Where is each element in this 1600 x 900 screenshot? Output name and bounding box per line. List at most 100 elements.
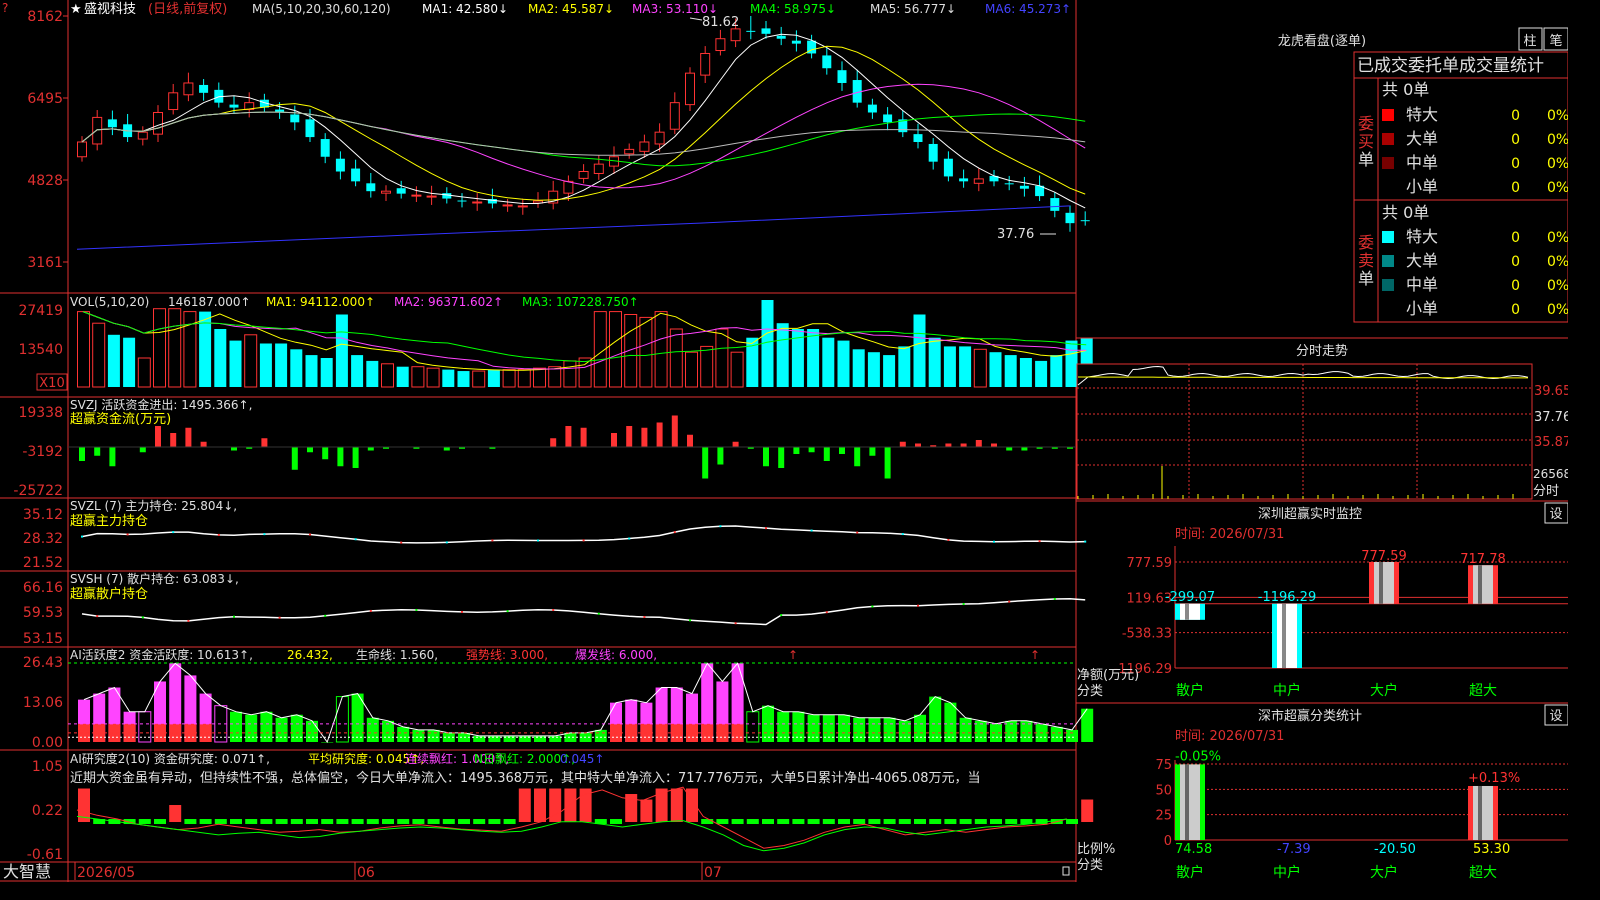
main-position-dot <box>1038 540 1041 543</box>
money-flow-bar <box>687 434 693 447</box>
volume-bar <box>396 366 409 387</box>
activity-axis-label: 26.43 <box>23 655 63 671</box>
candle-body <box>822 55 832 69</box>
sell-row-pct: 0% <box>1547 230 1568 246</box>
tick-view-button-label[interactable]: 笔 <box>1549 33 1562 49</box>
research-bar <box>245 819 258 825</box>
research-bar <box>944 819 957 825</box>
volume-bar <box>137 357 151 388</box>
volume-bar <box>776 323 789 387</box>
volume-axis-label: 13540 <box>18 342 63 358</box>
retail-position-dot <box>187 619 190 622</box>
main-position-dot <box>445 541 448 544</box>
candle-body <box>229 104 239 108</box>
volume-bar <box>1065 340 1078 387</box>
main-position-axis-label: 28.32 <box>23 531 63 547</box>
retail-position-dot <box>552 609 555 612</box>
main-position-dot <box>309 533 311 536</box>
research-bar <box>169 805 182 823</box>
volume-bar <box>426 367 440 388</box>
buy-row-label: 特大 <box>1406 105 1438 124</box>
research-bar <box>351 819 364 825</box>
candle-body <box>77 141 87 158</box>
buy-row-value: 0 <box>1511 156 1520 172</box>
volume-bar <box>928 337 941 387</box>
research-bar <box>762 819 774 825</box>
sell-count: 共 0单 <box>1382 203 1429 222</box>
money-flow-bar <box>1021 447 1028 451</box>
research-bar <box>138 819 151 825</box>
class-bar-pct: -0.05% <box>1175 749 1221 764</box>
candle-body <box>791 40 801 44</box>
volume-bar <box>578 357 592 388</box>
candle-body <box>883 114 893 123</box>
research-bar <box>731 819 744 825</box>
activity-bar <box>290 714 303 742</box>
volume-bar <box>335 314 348 387</box>
money-flow-bar <box>443 447 450 451</box>
activity-bar <box>1066 729 1078 742</box>
activity-bar <box>777 711 790 742</box>
money-flow-bar <box>656 422 663 447</box>
chart-canvas[interactable]: 81.62 37.76 8162 6495 4828 3161? ★ 盛视科技 (日线,前复权)… <box>0 0 1571 882</box>
candle-body <box>199 84 209 93</box>
monitor-category-label: 中户 <box>1273 682 1301 699</box>
ma-value-label: MA1: 42.580↓ <box>422 2 508 16</box>
class-settings-label[interactable]: 设 <box>1549 709 1562 724</box>
volume-bar <box>807 329 820 387</box>
monitor-bar-value: 717.78 <box>1460 552 1506 567</box>
volume-bar <box>77 311 90 388</box>
candle-body <box>776 35 786 39</box>
volume-bar <box>275 343 288 387</box>
monitor-category-label: 超大 <box>1469 683 1497 699</box>
candle-body <box>168 92 179 111</box>
class-bar-value: -7.39 <box>1277 842 1311 857</box>
candle-body <box>442 193 452 199</box>
sell-row-swatch <box>1382 255 1394 267</box>
ma-value-label: MA6: 45.273↑ <box>985 2 1071 16</box>
main-position-dot <box>537 539 539 542</box>
candle-body <box>867 104 877 113</box>
class-bar-shade <box>1185 764 1189 840</box>
monitor-x-title: 分类 <box>1077 684 1103 699</box>
help-icon[interactable]: ? <box>2 1 8 15</box>
sell-row-swatch <box>1382 279 1394 291</box>
volume-bar <box>563 360 577 388</box>
buy-row-pct: 0% <box>1547 132 1568 148</box>
money-flow-bar <box>307 447 313 453</box>
monitor-bar-shade <box>1185 603 1189 620</box>
activity-bar <box>929 696 942 742</box>
column-view-button-label[interactable]: 柱 <box>1523 34 1536 49</box>
volume-bar <box>548 366 562 388</box>
volume-bar <box>351 355 364 387</box>
monitor-bar-shade <box>1478 565 1482 604</box>
volume-bar <box>973 348 987 388</box>
monitor-settings-label[interactable]: 设 <box>1549 507 1562 522</box>
activity-bar <box>807 714 820 742</box>
main-position-dot <box>263 533 266 536</box>
class-bar-value: -20.50 <box>1374 842 1416 857</box>
activity-bar <box>944 702 957 742</box>
candle-body <box>1050 198 1060 211</box>
class-time-label: 时间: 2026/07/31 <box>1175 729 1284 744</box>
main-position-dot <box>901 533 904 536</box>
activity-bar <box>822 714 835 742</box>
research-bar <box>230 819 242 825</box>
volume-bar <box>411 366 425 388</box>
money-flow-bar <box>367 447 374 451</box>
money-flow-bar <box>641 427 648 447</box>
research-bar <box>914 819 926 825</box>
price-axis-label: 3161 <box>27 255 63 271</box>
main-position-dot <box>947 538 950 541</box>
favorite-star-icon[interactable]: ★ <box>70 2 82 17</box>
volume-bar <box>867 352 880 387</box>
class-y-title: 比例% <box>1077 842 1115 857</box>
low-price-label: 37.76 <box>997 227 1034 242</box>
retail-position-dot <box>278 616 281 619</box>
activity-bar <box>335 696 349 743</box>
candle-body <box>183 82 194 96</box>
volume-bar <box>685 351 698 388</box>
retail-position-dot <box>871 605 874 608</box>
candle-body <box>928 143 938 162</box>
research-bar <box>701 819 714 825</box>
